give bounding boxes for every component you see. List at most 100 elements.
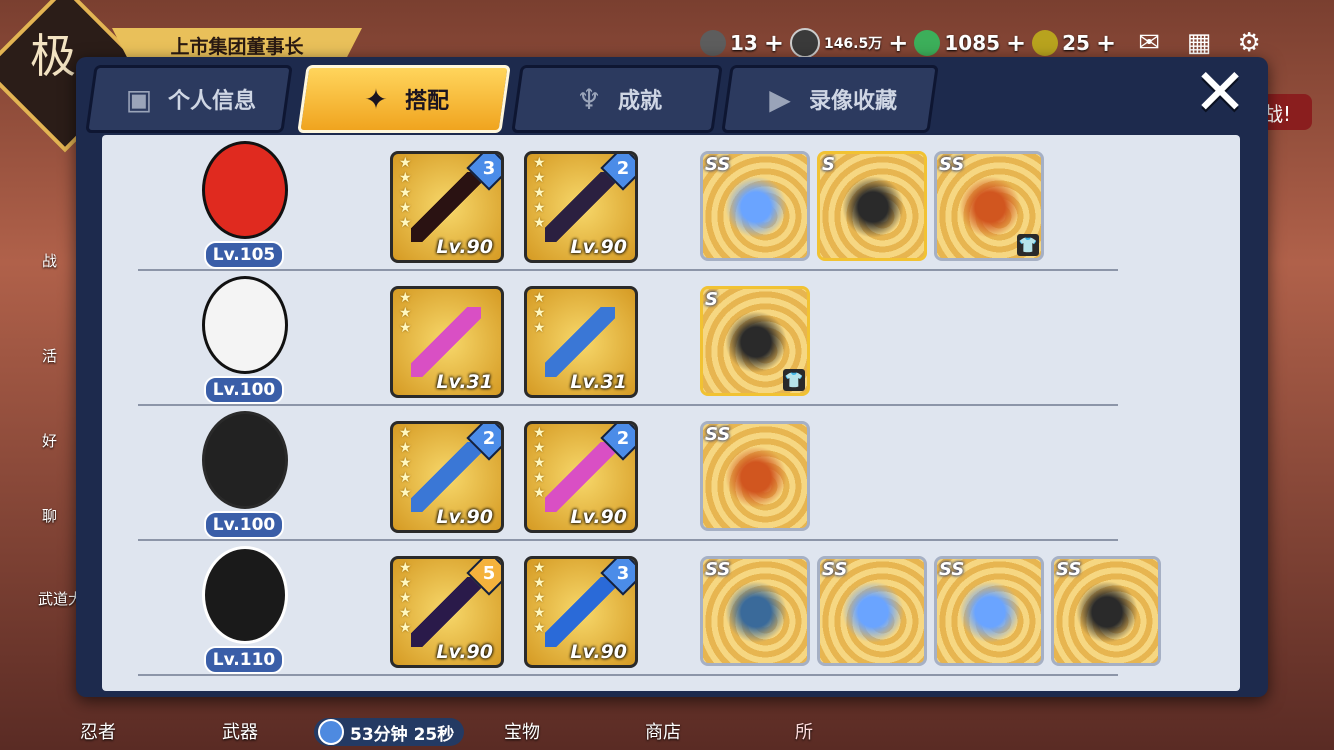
upgrade-badge-value: 3 [482,157,496,179]
ninja-avatar[interactable]: Lv.105 [194,141,290,269]
treasure-slot[interactable]: SS [700,421,810,531]
treasure-slot[interactable]: SS [700,556,810,666]
nav-treasure[interactable]: 宝物 [504,718,540,744]
treasure-slot[interactable]: SS [1051,556,1161,666]
trophy-icon: ♆ [576,82,602,116]
resource-value: 25 [1062,31,1090,55]
star-rating: ★ ★ ★ ★ ★ [399,155,412,231]
ninja-level: Lv.100 [204,376,284,404]
countdown-timer: 53分钟 25秒 [314,718,465,746]
star-rating: ★ ★ ★ ★ ★ [533,155,546,231]
add-icon[interactable]: + [888,29,908,57]
ninja-portrait [202,411,288,509]
add-icon[interactable]: + [1006,29,1026,57]
weapon-slot[interactable]: ★ ★ ★ Lv.31 [524,286,638,398]
treasure-icon [955,172,1025,242]
weapon-level: Lv.90 [570,641,627,663]
row-divider [138,404,1118,406]
ninja-avatar[interactable]: Lv.110 [194,546,290,674]
resource-value: 13 [730,31,758,55]
treasure-grade: SS [939,559,965,580]
treasure-grade: SS [1056,559,1082,580]
nav-weapon[interactable]: 武器 [222,718,258,744]
nav-shop[interactable]: 商店 [645,718,681,744]
treasure-slot[interactable]: SS [700,151,810,261]
ninja-avatar[interactable]: Lv.100 [194,411,290,539]
tab-profile-info[interactable]: ▣ 个人信息 [85,65,293,133]
treasure-grade: SS [822,559,848,580]
weapon-slot[interactable]: ★ ★ ★ ★ ★ Lv.90 3 [524,556,638,668]
mail-icon[interactable]: ✉ [1132,28,1166,58]
tab-label: 个人信息 [167,89,256,114]
treasure-slot[interactable]: S 👕 [700,286,810,396]
treasure-slot[interactable]: S [817,151,927,261]
treasure-icon [1072,577,1142,647]
side-item-battle[interactable]: 战 [42,250,57,271]
star-rating: ★ ★ ★ ★ ★ [399,425,412,501]
nav-place[interactable]: 所 [795,718,813,744]
weapon-level: Lv.31 [436,371,493,393]
treasure-grade: S [822,154,835,175]
play-icon: ▶ [769,82,791,116]
tab-label: 录像收藏 [808,89,897,114]
tab-achievements[interactable]: ♆ 成就 [511,65,723,133]
side-item-friends[interactable]: 好 [42,430,57,451]
profile-panel: ▣ 个人信息 ✦ 搭配 ♆ 成就 ▶ 录像收藏 ✕ Lv.105 ★ ★ ★ ★ … [76,57,1268,697]
gold-gem-icon [1032,30,1059,56]
treasure-icon [838,172,908,242]
weapon-slot[interactable]: ★ ★ ★ ★ ★ Lv.90 2 [524,151,638,263]
shirt-icon: 👕 [1017,234,1039,256]
treasure-icon [721,307,791,377]
treasure-grade: SS [705,424,731,445]
treasure-grade: SS [705,154,731,175]
resource-silver-coin[interactable]: 146.5万 + [789,28,908,58]
tab-loadout[interactable]: ✦ 搭配 [297,65,511,133]
weapon-level: Lv.90 [570,236,627,258]
weapon-level: Lv.90 [436,641,493,663]
weapon-level: Lv.90 [436,236,493,258]
ninja-level: Lv.100 [204,511,284,539]
gear-icon[interactable]: ⚙ [1232,28,1266,58]
tab-bar: ▣ 个人信息 ✦ 搭配 ♆ 成就 ▶ 录像收藏 [85,63,986,133]
tab-replays[interactable]: ▶ 录像收藏 [721,65,939,133]
side-item-chat[interactable]: 聊 [42,505,57,526]
treasure-slot[interactable]: SS [934,556,1044,666]
green-gem-icon [914,30,941,56]
silver-coin-icon [789,28,820,58]
upgrade-badge-value: 2 [616,157,630,179]
treasure-icon [721,577,791,647]
side-item-event[interactable]: 活 [42,345,57,366]
ninja-avatar[interactable]: Lv.100 [194,276,290,404]
weapon-icon [545,307,615,377]
loadout-row: Lv.100 ★ ★ ★ ★ ★ Lv.90 2 ★ ★ ★ ★ ★ Lv.90 2 SS [102,407,1240,542]
treasure-icon [955,577,1025,647]
treasure-slot[interactable]: SS 👕 [934,151,1044,261]
loadout-row: Lv.110 ★ ★ ★ ★ ★ Lv.90 5 ★ ★ ★ ★ ★ Lv.90 3 SS SS… [102,542,1240,677]
star-rating: ★ ★ ★ ★ ★ [533,425,546,501]
shuriken-icon: ✦ [364,82,388,116]
weapon-slot[interactable]: ★ ★ ★ ★ ★ Lv.90 5 [390,556,504,668]
nav-ninja[interactable]: 忍者 [80,718,116,744]
weapon-slot[interactable]: ★ ★ ★ ★ ★ Lv.90 2 [524,421,638,533]
resource-bar: 13 + 146.5万 + 1085 + 25 + ✉ ▦ ⚙ [700,26,1334,60]
treasure-grade: S [705,289,718,310]
weapon-slot[interactable]: ★ ★ ★ ★ ★ Lv.90 3 [390,151,504,263]
resource-gold-gem[interactable]: 25 + [1032,29,1116,57]
close-button[interactable]: ✕ [1190,61,1250,125]
weapon-icon [545,172,615,242]
resource-ninja-coin[interactable]: 13 + [700,29,784,57]
add-icon[interactable]: + [764,29,784,57]
loadout-row: Lv.105 ★ ★ ★ ★ ★ Lv.90 3 ★ ★ ★ ★ ★ Lv.90 2 SS S S… [102,137,1240,272]
tab-label: 搭配 [404,89,449,114]
star-rating: ★ ★ ★ [399,290,412,336]
ninja-portrait [202,276,288,374]
weapon-slot[interactable]: ★ ★ ★ ★ ★ Lv.90 2 [390,421,504,533]
add-icon[interactable]: + [1096,29,1116,57]
ninja-level: Lv.110 [204,646,284,674]
resource-green-gem[interactable]: 1085 + [914,29,1026,57]
bottom-nav: 忍者 武器 53分钟 25秒 宝物 商店 所 [0,690,1334,750]
weapon-slot[interactable]: ★ ★ ★ Lv.31 [390,286,504,398]
gift-box-icon[interactable]: ▦ [1182,28,1216,58]
treasure-slot[interactable]: SS [817,556,927,666]
ninja-portrait [202,546,288,644]
